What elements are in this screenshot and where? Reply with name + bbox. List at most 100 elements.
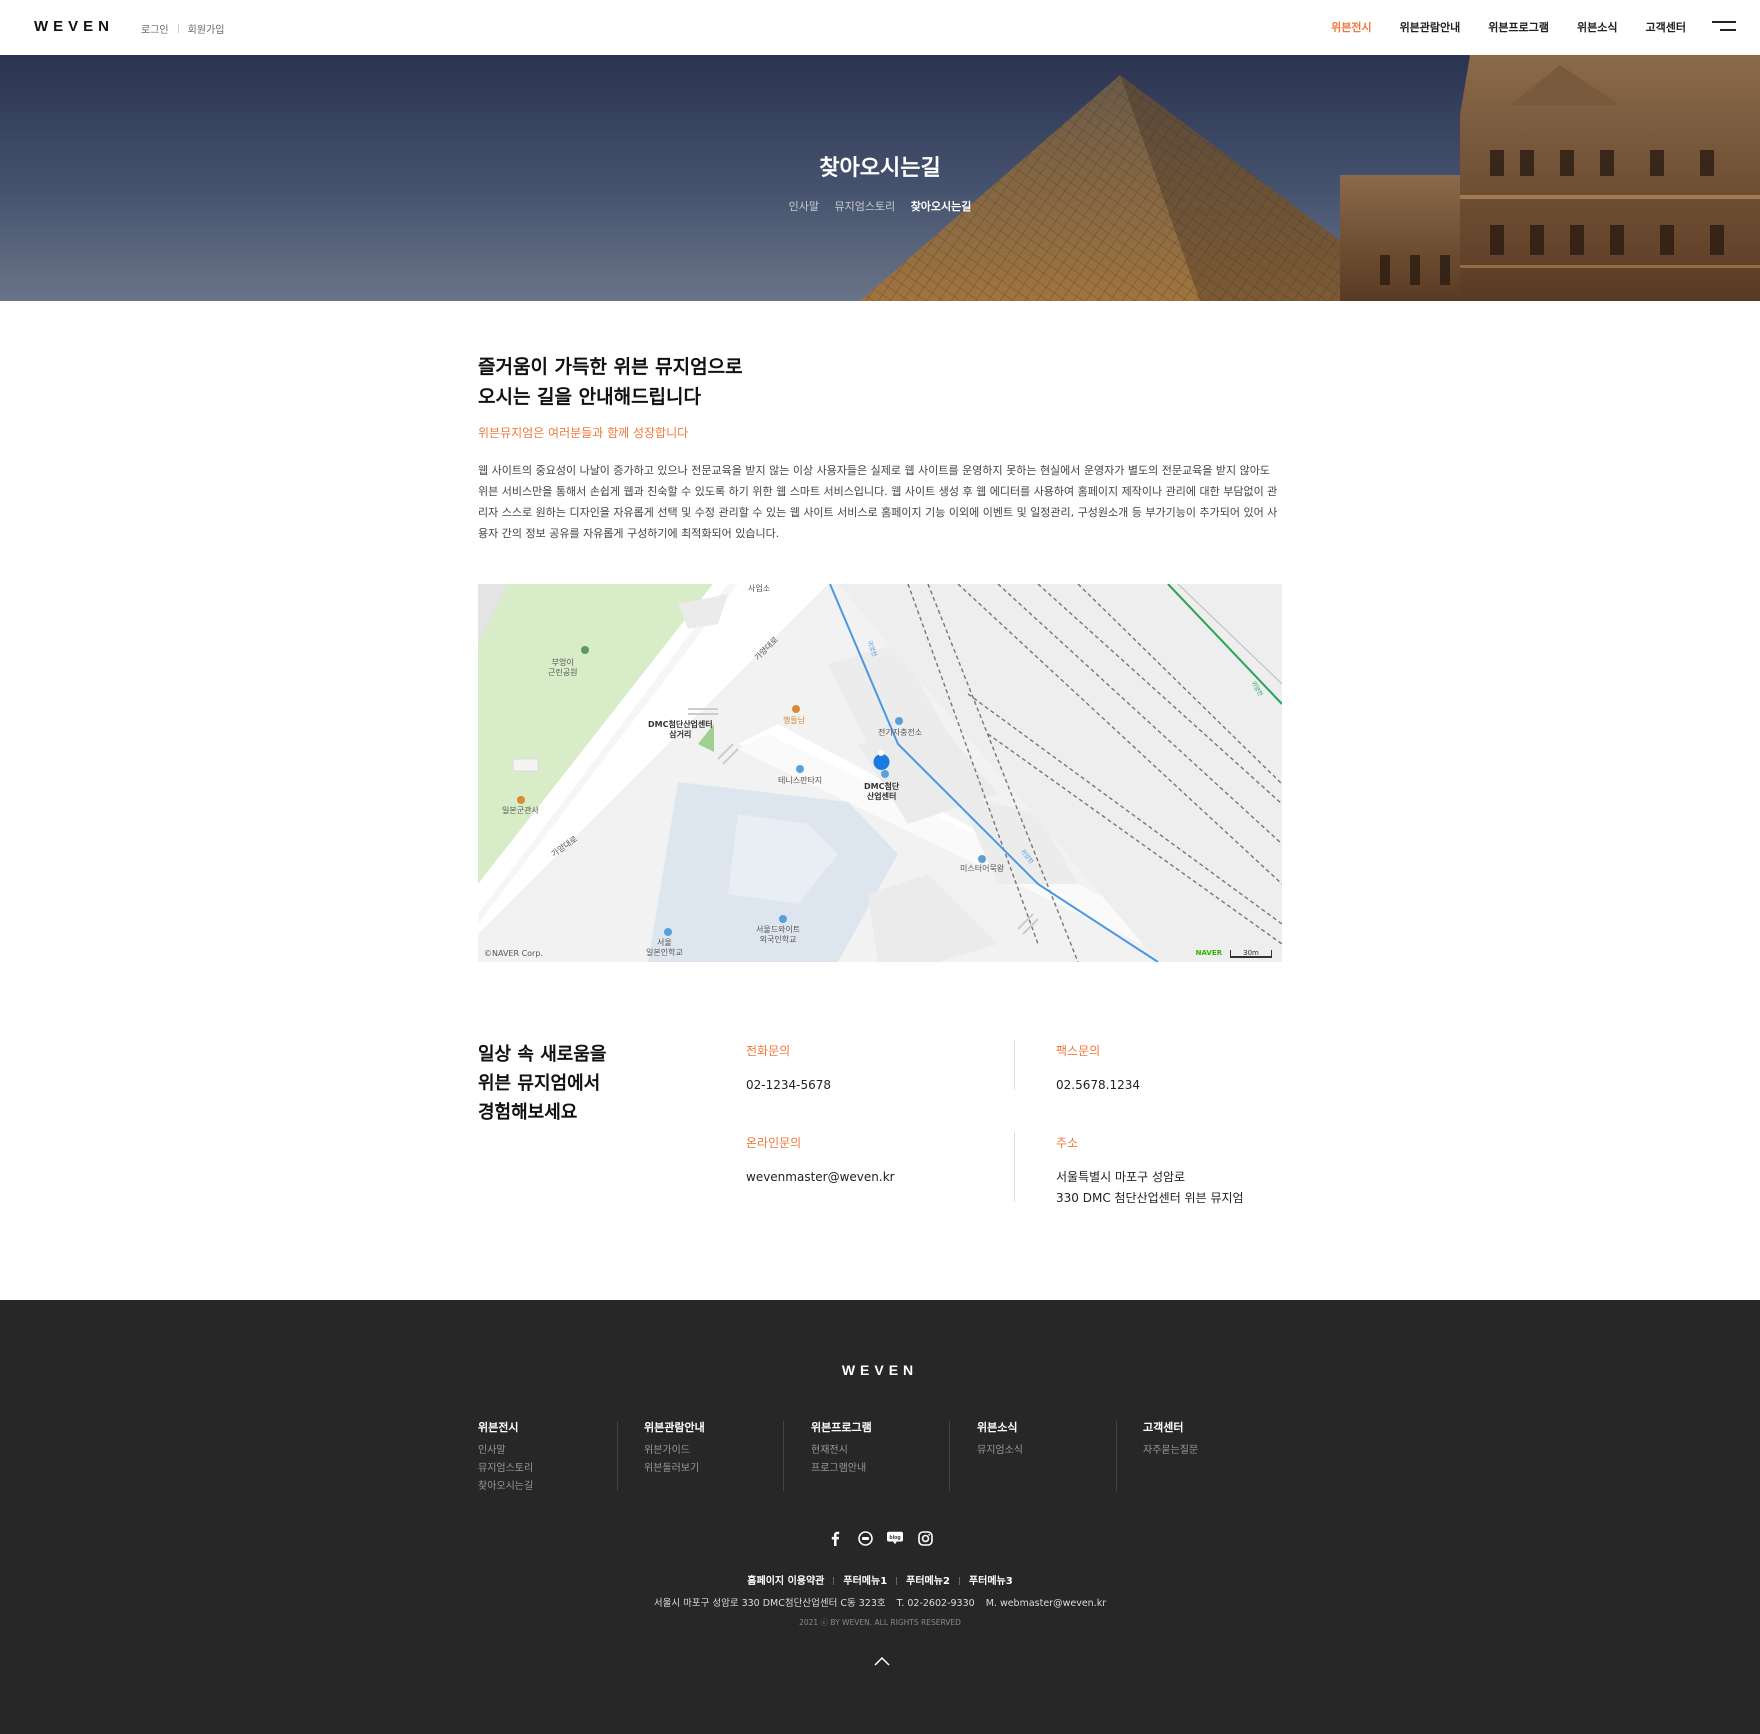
divider xyxy=(1116,1421,1117,1491)
footer-col-title[interactable]: 위븐전시 xyxy=(478,1419,533,1435)
footer-link[interactable]: 인사말 xyxy=(478,1442,533,1460)
address-info: 주소 서울특별시 마포구 성암로 330 DMC 첨단산업센터 위븐 뮤지엄 xyxy=(1056,1134,1244,1209)
footer-link[interactable]: 프로그램안내 xyxy=(811,1460,872,1478)
address-value: 서울특별시 마포구 성암로 330 DMC 첨단산업센터 위븐 뮤지엄 xyxy=(1056,1167,1244,1209)
footer-col-support: 고객센터 자주묻는질문 xyxy=(1143,1419,1198,1460)
footer-menu-2[interactable]: 푸터메뉴2 xyxy=(906,1576,950,1587)
footer-link[interactable]: 뮤지엄소식 xyxy=(977,1442,1023,1460)
intro-section: 즐거움이 가득한 위븐 뮤지엄으로 오시는 길을 안내해드립니다 위븐뮤지엄은 … xyxy=(478,352,1278,544)
footer-col-exhibition: 위븐전시 인사말 뮤지엄스토리 찾아오시는길 xyxy=(478,1419,533,1496)
instagram-icon[interactable] xyxy=(917,1530,933,1546)
online-label: 온라인문의 xyxy=(746,1136,802,1150)
footer-link[interactable]: 자주묻는질문 xyxy=(1143,1442,1198,1460)
footer-copyright: 2021 ⓒ BY WEVEN. ALL RIGHTS RESERVED xyxy=(799,1618,961,1627)
email-value[interactable]: wevenmaster@weven.kr xyxy=(746,1167,895,1188)
divider xyxy=(1014,1132,1015,1202)
footer-col-news: 위븐소식 뮤지엄소식 xyxy=(977,1419,1023,1460)
divider xyxy=(783,1421,784,1491)
intro-body: 웹 사이트의 중요성이 나날이 증가하고 있으나 전문교육을 받지 않는 이상 … xyxy=(478,464,1278,540)
hero-banner: 찾아오시는길 인사말 뮤지엄스토리 찾아오시는길 xyxy=(0,55,1760,301)
footer-col-title[interactable]: 위븐관람안내 xyxy=(644,1419,705,1435)
map-label-park-text: 부엉이 근린공원 xyxy=(548,658,578,677)
map-label-charger: 전기자충전소 xyxy=(878,728,923,737)
divider xyxy=(896,1577,898,1585)
facebook-icon[interactable] xyxy=(827,1530,843,1546)
map-label-consulate: 일본군관사 xyxy=(502,806,539,815)
footer-link[interactable]: 찾아오시는길 xyxy=(478,1478,533,1496)
footer-menu-1[interactable]: 푸터메뉴1 xyxy=(843,1576,887,1587)
sub-nav-greeting[interactable]: 인사말 xyxy=(789,200,819,213)
divider xyxy=(617,1421,618,1491)
site-header: WEVEN 로그인 회원가입 위븐전시 위븐관람안내 위븐프로그램 위븐소식 고… xyxy=(0,0,1760,55)
nav-item-exhibition[interactable]: 위븐전시 xyxy=(1331,19,1371,35)
footer-link[interactable]: 위븐둘러보기 xyxy=(644,1460,705,1478)
talk-icon[interactable] xyxy=(857,1530,873,1546)
footer-mail: M. webmaster@weven.kr xyxy=(985,1598,1107,1609)
map-scale: 30m xyxy=(1230,950,1272,958)
join-link[interactable]: 회원가입 xyxy=(188,21,225,36)
fax-value: 02.5678.1234 xyxy=(1056,1078,1140,1092)
footer-menu-3[interactable]: 푸터메뉴3 xyxy=(969,1576,1013,1587)
blog-icon[interactable]: blog xyxy=(887,1530,903,1546)
site-logo[interactable]: WEVEN xyxy=(34,18,114,35)
footer-address-text: 서울시 마포구 성암로 330 DMC첨단산업센터 C동 323호 xyxy=(653,1598,886,1609)
intro-heading: 즐거움이 가득한 위븐 뮤지엄으로 오시는 길을 안내해드립니다 xyxy=(478,352,1278,412)
page-title: 찾아오시는길 xyxy=(819,156,941,181)
footer-col-title[interactable]: 고객센터 xyxy=(1143,1419,1198,1435)
map-copyright: ©NAVER Corp. xyxy=(484,949,543,958)
scroll-top-chevron-up-icon[interactable] xyxy=(874,1651,890,1666)
map-label-school1: 서울 일본인학교 xyxy=(646,938,683,958)
footer-col-visit: 위븐관람안내 위븐가이드 위븐둘러보기 xyxy=(644,1419,705,1478)
intro-heading-line2: 오시는 길을 안내해드립니다 xyxy=(478,386,701,408)
footer-address: 서울시 마포구 성암로 330 DMC첨단산업센터 C동 323호 T. 02-… xyxy=(0,1595,1760,1609)
map-label-tennis: 테니스판타지 xyxy=(778,776,823,785)
map-graphic xyxy=(478,584,1282,962)
footer-col-program: 위븐프로그램 현재전시 프로그램안내 xyxy=(811,1419,872,1478)
map-label-mister: 미스터어묵왕 xyxy=(960,864,1005,873)
footer-policy-links: 홈페이지 이용약관 푸터메뉴1 푸터메뉴2 푸터메뉴3 xyxy=(0,1572,1760,1587)
footer-col-title[interactable]: 위븐소식 xyxy=(977,1419,1023,1435)
map-label-cafe: 행들남 xyxy=(783,716,806,725)
nav-item-support[interactable]: 고객센터 xyxy=(1646,19,1686,35)
main-nav: 위븐전시 위븐관람안내 위븐프로그램 위븐소식 고객센터 xyxy=(1303,19,1686,35)
map-label-school1-text: 서울 일본인학교 xyxy=(646,938,683,957)
contact-heading: 일상 속 새로움을 위븐 뮤지엄에서 경험해보세요 xyxy=(478,1040,606,1127)
contact-heading-line1: 일상 속 새로움을 xyxy=(478,1044,607,1065)
footer-col-title[interactable]: 위븐프로그램 xyxy=(811,1419,872,1435)
divider xyxy=(177,24,179,33)
nav-item-program[interactable]: 위븐프로그램 xyxy=(1488,19,1549,35)
intro-heading-line1: 즐거움이 가득한 위븐 뮤지엄으로 xyxy=(478,356,743,378)
address-line2: 330 DMC 첨단산업센터 위븐 뮤지엄 xyxy=(1056,1191,1244,1205)
footer-link[interactable]: 뮤지엄스토리 xyxy=(478,1460,533,1478)
naver-logo[interactable]: NAVER xyxy=(1196,949,1222,957)
map-label-junction-text: DMC첨단산업센터 삼거리 xyxy=(648,720,713,739)
terms-link[interactable]: 홈페이지 이용약관 xyxy=(747,1576,824,1587)
sub-nav-directions[interactable]: 찾아오시는길 xyxy=(911,200,972,213)
nav-item-visit-info[interactable]: 위븐관람안내 xyxy=(1400,19,1461,35)
footer-link[interactable]: 현재전시 xyxy=(811,1442,872,1460)
footer-link[interactable]: 위븐가이드 xyxy=(644,1442,705,1460)
online-info: 온라인문의 wevenmaster@weven.kr xyxy=(746,1134,895,1188)
phone-value[interactable]: 02-1234-5678 xyxy=(746,1075,831,1096)
phone-label: 전화문의 xyxy=(746,1044,791,1058)
contact-heading-line3: 경험해보세요 xyxy=(478,1102,578,1123)
map-label-center-text: DMC첨단 산업센터 xyxy=(864,782,900,801)
login-link[interactable]: 로그인 xyxy=(141,21,169,36)
footer-logo[interactable]: WEVEN xyxy=(0,1362,1760,1378)
fax-info: 팩스문의 02.5678.1234 xyxy=(1056,1042,1140,1096)
hamburger-menu-icon[interactable] xyxy=(1712,21,1736,33)
contact-heading-line2: 위븐 뮤지엄에서 xyxy=(478,1073,601,1094)
location-map[interactable]: 부엉이 근린공원 DMC첨단산업센터 삼거리 가양대로 가양대로 사업소 행들남… xyxy=(478,584,1282,962)
site-footer: WEVEN 위븐전시 인사말 뮤지엄스토리 찾아오시는길 위븐관람안내 위븐가이… xyxy=(0,1300,1760,1734)
sub-nav-museum-story[interactable]: 뮤지엄스토리 xyxy=(834,200,895,213)
intro-accent-text: 위븐뮤지엄은 여러분들과 함께 성장합니다 xyxy=(478,426,689,440)
map-label-park: 부엉이 근린공원 xyxy=(548,658,577,678)
social-links: blog xyxy=(0,1530,1760,1546)
footer-tel: T. 02-2602-9330 xyxy=(896,1598,975,1609)
map-label-junction: DMC첨단산업센터 삼거리 xyxy=(648,720,713,740)
auth-links: 로그인 회원가입 xyxy=(141,21,224,36)
divider xyxy=(949,1421,950,1491)
divider xyxy=(1014,1040,1015,1090)
nav-item-news[interactable]: 위븐소식 xyxy=(1577,19,1617,35)
divider xyxy=(958,1577,960,1585)
